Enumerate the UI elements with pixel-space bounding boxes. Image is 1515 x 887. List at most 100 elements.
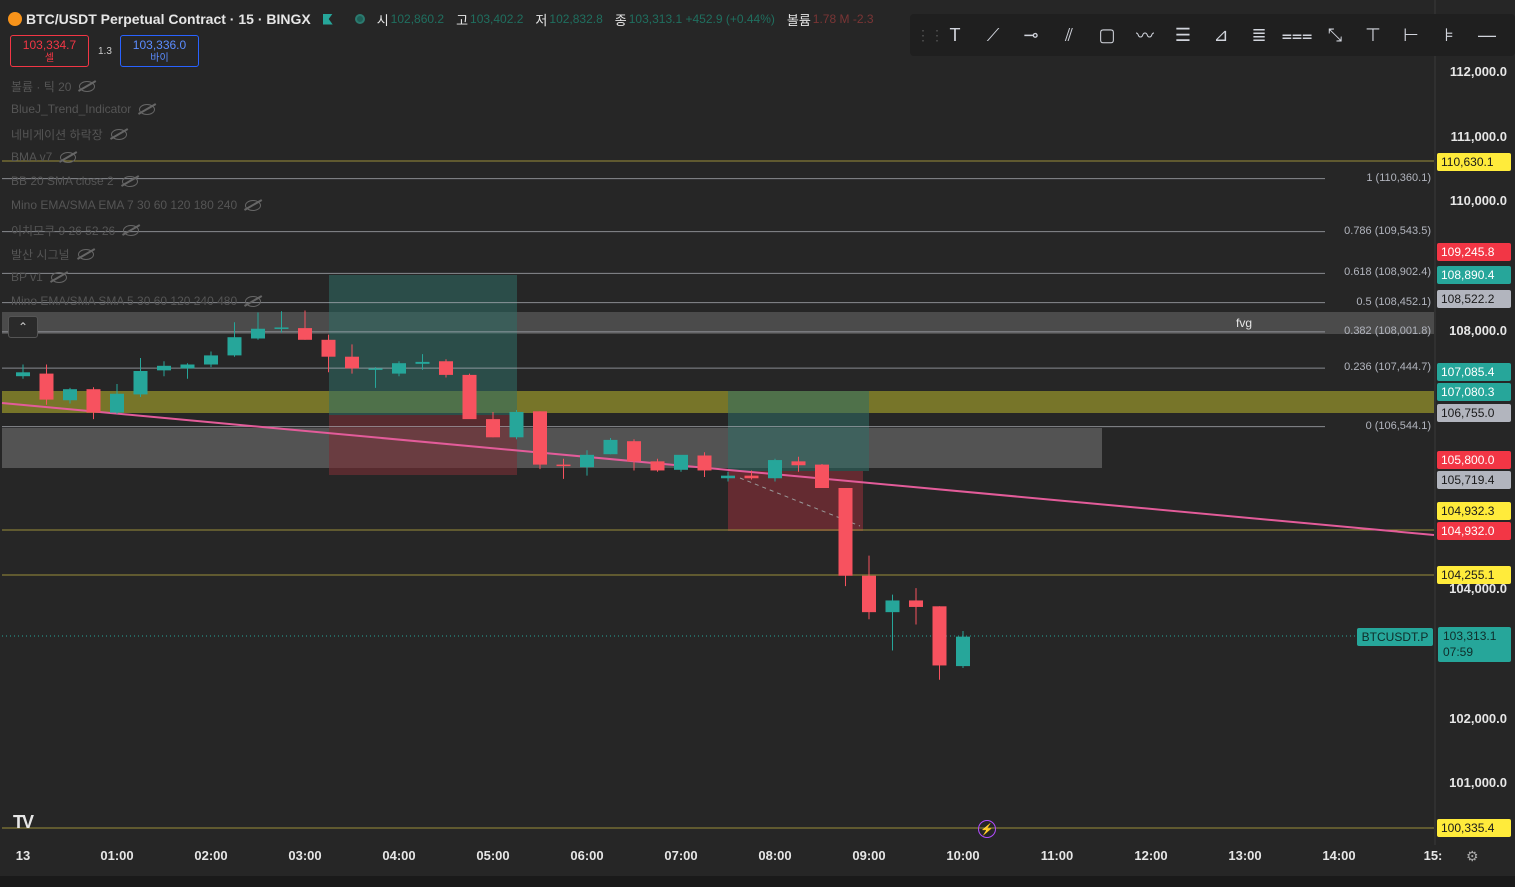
hidden-eye-icon[interactable] [139, 103, 156, 115]
regression-tool-icon[interactable]: ⩶ [1278, 19, 1316, 51]
hidden-eye-icon[interactable] [245, 199, 262, 211]
hidden-eye-icon[interactable] [60, 151, 77, 163]
sell-button[interactable]: 103,334.7 셀 [10, 35, 89, 67]
bar-countdown: 07:59 [1443, 645, 1474, 659]
buy-button[interactable]: 103,336.0 바이 [120, 35, 199, 67]
spread-value: 1.3 [98, 46, 112, 57]
parallel-channel-tool-icon[interactable]: ⫽ [1050, 19, 1088, 51]
indicator-legend-item[interactable]: 이치모쿠 9 26 52 26 [11, 222, 140, 239]
fib-level-label: 1 (110,360.1) [1366, 171, 1431, 184]
indicator-legend-item[interactable]: Mino EMA/SMA EMA 7 30 60 120 180 240 [11, 198, 262, 212]
indicator-name: BB 20 SMA close 2 [11, 174, 114, 188]
tradingview-logo[interactable]: TV [13, 812, 34, 833]
time-tick: 10:00 [946, 848, 980, 863]
candle-body-10 [251, 328, 265, 339]
hidden-eye-icon[interactable] [77, 249, 94, 260]
date-range-tool-icon[interactable]: ⊢ [1392, 19, 1430, 51]
candle-body-3 [86, 389, 101, 413]
low-label: 저 [535, 12, 548, 28]
candle-body-19 [462, 374, 477, 420]
candle-body-21 [509, 411, 524, 438]
yellow-zone [2, 391, 1434, 413]
path-tool-icon[interactable]: 〰 [1126, 19, 1164, 51]
price-label-red: 105,800.0 [1437, 451, 1511, 469]
time-tick: 13:00 [1228, 848, 1262, 863]
indicator-legend-item[interactable]: 발산 시그널 [11, 246, 94, 263]
hidden-eye-icon[interactable] [245, 295, 262, 307]
price-label-green: 107,080.3 [1437, 383, 1511, 401]
hidden-eye-icon[interactable] [79, 81, 96, 92]
time-tick: 06:00 [570, 848, 604, 863]
indicator-legend-item[interactable]: BMA v7 [11, 150, 77, 164]
high-value: 103,402.2 [470, 12, 524, 26]
candle-body-5 [133, 371, 148, 395]
indicator-legend-item[interactable]: Mino EMA/SMA SMA 5 30 60 120 240 480 [11, 294, 262, 308]
candle-body-27 [650, 461, 665, 471]
candle-body-28 [674, 454, 688, 470]
candle-body-24 [580, 454, 594, 468]
open-value: 102,860.2 [390, 12, 445, 26]
fib-level-label: 0.236 (107,444.7) [1344, 361, 1431, 374]
candle-body-18 [439, 361, 453, 375]
price-tick: 108,000.0 [1449, 323, 1507, 338]
fvg-label: fvg [1236, 316, 1253, 330]
text-tool-icon[interactable]: T [936, 19, 974, 51]
candle-body-6 [157, 365, 171, 371]
high-label: 고 [456, 12, 469, 28]
indicator-legend-item[interactable]: BlueJ_Trend_Indicator [11, 102, 156, 116]
indicator-legend-item[interactable]: BP v1 [11, 270, 67, 284]
trend-line-tool-icon[interactable]: ⟋ [974, 19, 1012, 51]
indicator-name: BMA v7 [11, 150, 53, 164]
indicator-name: BP v1 [11, 270, 43, 284]
time-tick: 12:00 [1134, 848, 1168, 863]
close-label: 종 [614, 12, 627, 28]
chart-header: BTC/USDT Perpetual Contract · 15 · BINGX… [8, 8, 874, 30]
low-value: 102,832.8 [549, 12, 603, 26]
price-label-green: 107,085.4 [1437, 363, 1511, 381]
time-tick: 01:00 [100, 848, 134, 863]
long-position-tool-icon[interactable]: ☰ [1164, 19, 1202, 51]
candle-body-7 [180, 364, 195, 369]
settings-gear-icon[interactable]: ⚙ [1466, 848, 1479, 865]
rectangle-tool-icon[interactable]: ▢ [1088, 19, 1126, 51]
drag-handle-icon[interactable]: ⋮⋮ [916, 27, 944, 44]
price-chart[interactable] [0, 0, 1515, 887]
hidden-eye-icon[interactable] [121, 175, 138, 187]
price-tick: 112,000.0 [1449, 64, 1507, 79]
horizontal-ray-tool-icon[interactable]: ⊸ [1012, 19, 1050, 51]
price-label-red: 109,245.8 [1437, 243, 1511, 261]
long-short-tool-icon[interactable]: ⊧ [1430, 19, 1468, 51]
symbol-title[interactable]: BTC/USDT Perpetual Contract · 15 · BINGX [26, 11, 311, 27]
candle-body-40 [956, 636, 970, 667]
price-note-tool-icon[interactable]: ⊤ [1354, 19, 1392, 51]
hidden-eye-icon[interactable] [110, 129, 127, 140]
measure-tool-icon[interactable]: ⤡ [1316, 19, 1354, 51]
indicator-legend-item[interactable]: 볼륨 · 틱 20 [11, 78, 96, 95]
fib-fan-tool-icon[interactable]: ⊿ [1202, 19, 1240, 51]
close-value: 103,313.1 +452.9 (+0.44%) [628, 12, 775, 26]
indicator-legend-item[interactable]: BB 20 SMA close 2 [11, 174, 138, 188]
time-tick: 02:00 [194, 848, 228, 863]
hidden-eye-icon[interactable] [123, 225, 140, 236]
current-price: 103,313.1 [1443, 629, 1497, 643]
price-label-green: 108,890.4 [1437, 266, 1511, 284]
lightning-alert-icon[interactable]: ⚡ [978, 820, 996, 838]
fib-retracement-tool-icon[interactable]: ≣ [1240, 19, 1278, 51]
bottom-panel-bar [0, 876, 1515, 887]
market-status-icon [354, 14, 365, 24]
hidden-eye-icon[interactable] [50, 271, 67, 283]
fib-level-label: 0.618 (108,902.4) [1344, 266, 1431, 279]
price-label-gray: 106,755.0 [1437, 404, 1511, 422]
candle-body-33 [791, 461, 806, 466]
time-tick: 14:00 [1322, 848, 1356, 863]
time-tick: 09:00 [852, 848, 886, 863]
flag-icon[interactable] [322, 13, 333, 25]
candle-body-38 [909, 600, 923, 607]
time-tick: 15: [1423, 848, 1443, 863]
candle-body-15 [368, 368, 383, 370]
collapse-indicators-button[interactable]: ⌃ [8, 316, 38, 338]
indicator-legend-item[interactable]: 네비게이션 하락장 [11, 126, 127, 143]
price-label-gray: 105,719.4 [1437, 471, 1511, 489]
candle-body-16 [392, 363, 406, 374]
horizontal-line-tool-icon[interactable]: — [1468, 19, 1506, 51]
